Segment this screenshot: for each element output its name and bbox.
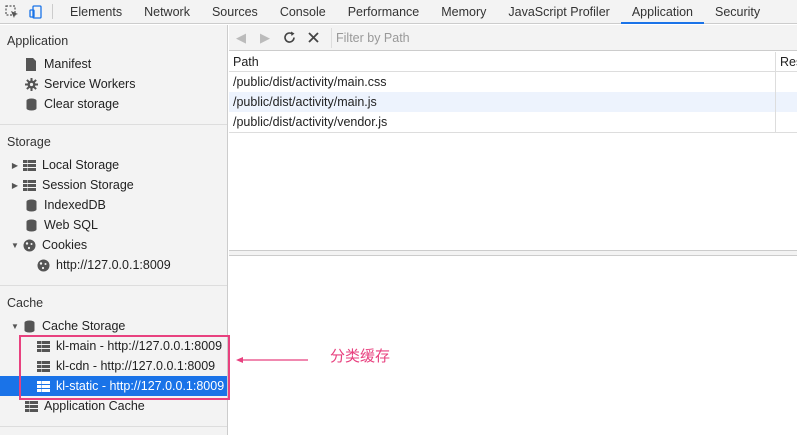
sidebar-item-cookies[interactable]: ▼ Cookies (10, 235, 87, 255)
sidebar-item-label: Session Storage (42, 178, 134, 192)
back-icon[interactable]: ◀ (229, 26, 253, 50)
sidebar-item-label: Manifest (44, 57, 92, 71)
grid-icon (22, 158, 36, 172)
cell-path: /public/dist/activity/vendor.js (233, 115, 388, 129)
toolbar-divider (52, 4, 53, 19)
sidebar-item-cache-storage[interactable]: ▼ Cache Storage (10, 316, 125, 336)
sidebar-item-label: Service Workers (44, 77, 136, 91)
database-icon (22, 319, 36, 333)
annotation-arrow (236, 353, 308, 367)
sidebar-item-service-workers[interactable]: Service Workers (24, 74, 135, 94)
sidebar-item-label: Clear storage (44, 97, 120, 111)
column-divider[interactable] (775, 52, 776, 132)
filter-input[interactable]: Filter by Path (331, 27, 771, 48)
annotation-label: 分类缓存 (330, 347, 391, 365)
panel-splitter[interactable] (229, 250, 797, 256)
section-title-application: Application (7, 34, 69, 48)
sidebar-item-label: Local Storage (42, 158, 120, 172)
sidebar-item-local-storage[interactable]: ▶ Local Storage (10, 155, 119, 175)
sidebar-item-indexeddb[interactable]: IndexedDB (24, 195, 106, 215)
document-icon (24, 57, 38, 71)
cookie-icon (36, 258, 50, 272)
collapse-arrow-icon[interactable]: ▼ (10, 322, 20, 331)
column-header-path[interactable]: Path (233, 55, 259, 69)
section-divider (0, 426, 227, 427)
expand-arrow-icon[interactable]: ▶ (10, 181, 20, 190)
tab-memory[interactable]: Memory (430, 0, 497, 23)
database-icon (24, 198, 38, 212)
sidebar-item-label: Application Cache (44, 399, 145, 413)
cell-path: /public/dist/activity/main.js (233, 95, 377, 109)
sidebar-item-cookie-origin[interactable]: http://127.0.0.1:8009 (36, 255, 171, 275)
grid-icon (22, 178, 36, 192)
sidebar-item-session-storage[interactable]: ▶ Session Storage (10, 175, 134, 195)
refresh-icon[interactable] (277, 26, 301, 50)
tab-security[interactable]: Security (704, 0, 771, 23)
cache-toolbar: ◀ ▶ Filter by Path (229, 25, 797, 51)
sidebar-item-label: IndexedDB (44, 198, 106, 212)
section-divider (0, 124, 227, 125)
tab-performance[interactable]: Performance (337, 0, 431, 23)
table-header: Path Res (229, 52, 797, 72)
sidebar-item-label: Web SQL (44, 218, 98, 232)
gear-icon (24, 77, 38, 91)
database-icon (24, 218, 38, 232)
cell-path: /public/dist/activity/main.css (233, 75, 387, 89)
tab-console[interactable]: Console (269, 0, 337, 23)
delete-icon[interactable] (301, 26, 325, 50)
expand-arrow-icon[interactable]: ▶ (10, 161, 20, 170)
sidebar-item-label: Cache Storage (42, 319, 126, 333)
cookie-icon (22, 238, 36, 252)
forward-icon[interactable]: ▶ (253, 26, 277, 50)
annotation-highlight-box (19, 335, 230, 400)
table-row[interactable]: /public/dist/activity/vendor.js (229, 112, 797, 132)
database-icon (24, 97, 38, 111)
table-bottom-border (229, 132, 797, 133)
sidebar-item-web-sql[interactable]: Web SQL (24, 215, 98, 235)
tab-elements[interactable]: Elements (59, 0, 133, 23)
collapse-arrow-icon[interactable]: ▼ (10, 241, 20, 250)
sidebar-item-label: http://127.0.0.1:8009 (56, 258, 171, 272)
grid-icon (24, 399, 38, 413)
tab-application[interactable]: Application (620, 0, 705, 24)
devtools-tab-bar: Elements Network Sources Console Perform… (0, 0, 797, 24)
device-toolbar-icon[interactable] (24, 0, 48, 23)
sidebar-item-label: Cookies (42, 238, 88, 252)
tab-javascript-profiler[interactable]: JavaScript Profiler (497, 0, 620, 23)
tab-sources[interactable]: Sources (201, 0, 269, 23)
sidebar-item-manifest[interactable]: Manifest (24, 54, 91, 74)
section-title-storage: Storage (7, 135, 51, 149)
column-header-response[interactable]: Res (780, 55, 797, 69)
table-row[interactable]: /public/dist/activity/main.js (229, 92, 797, 112)
sidebar-item-clear-storage[interactable]: Clear storage (24, 94, 119, 114)
inspect-element-icon[interactable] (0, 0, 24, 23)
tab-network[interactable]: Network (133, 0, 201, 23)
section-title-cache: Cache (7, 296, 44, 310)
table-row[interactable]: /public/dist/activity/main.css (229, 72, 797, 92)
cache-entries-table: Path Res /public/dist/activity/main.css … (229, 52, 797, 252)
section-divider (0, 285, 227, 286)
